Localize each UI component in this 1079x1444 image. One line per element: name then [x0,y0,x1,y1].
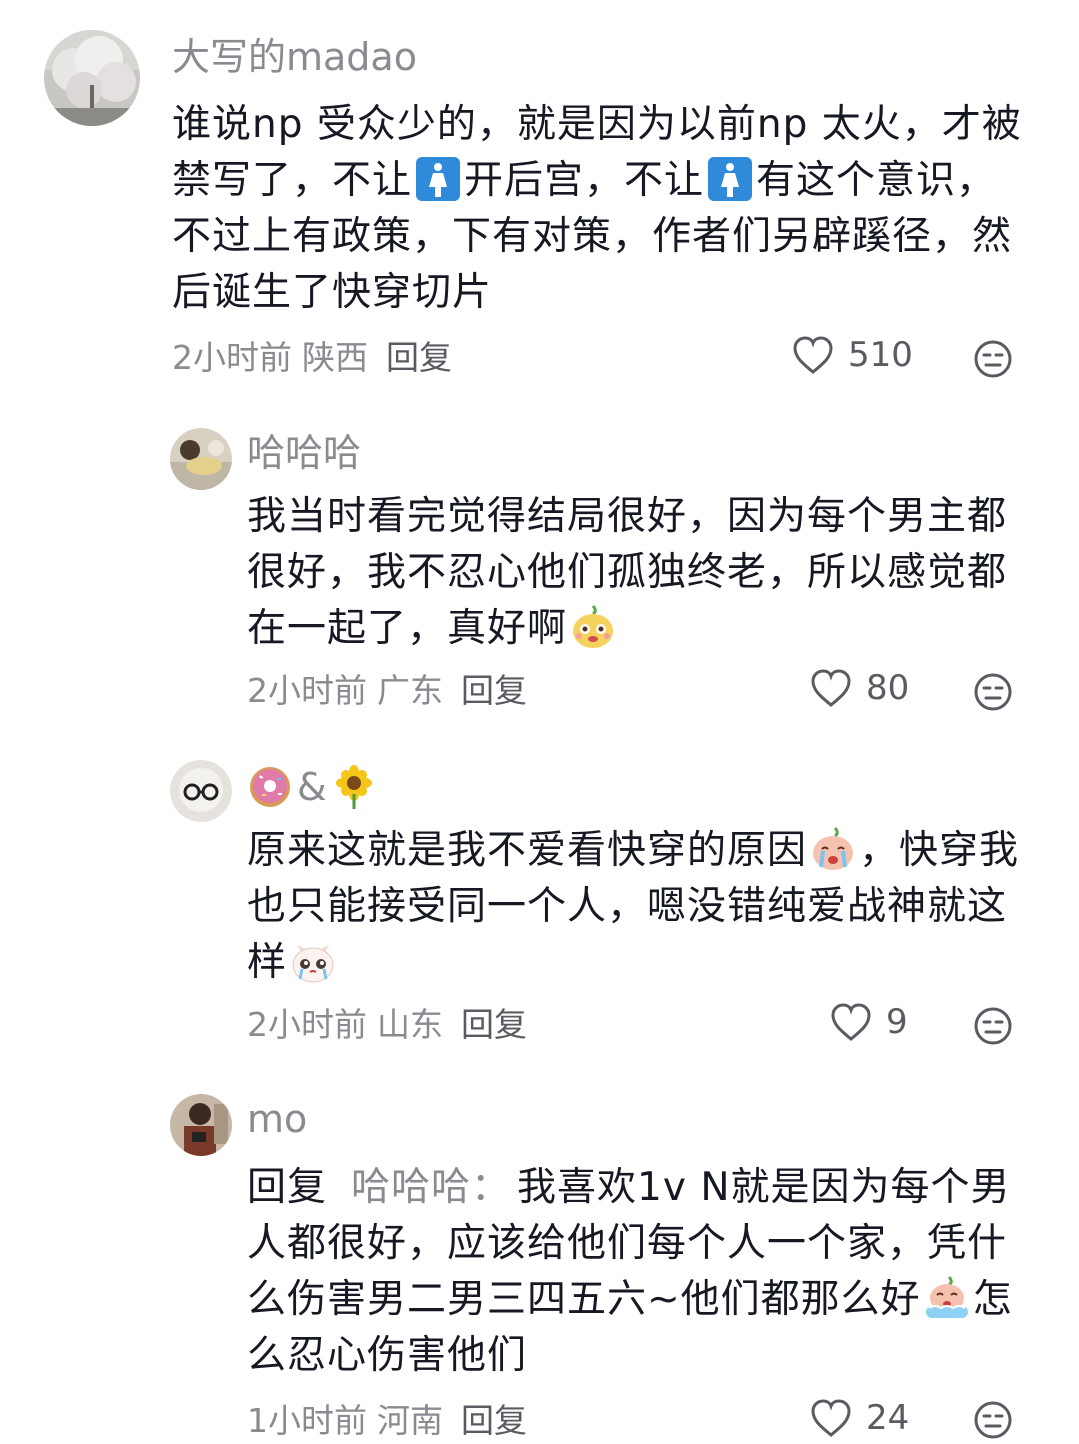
comment-text-part: 开后宫，不让 [464,158,705,203]
username[interactable]: & [247,764,377,810]
reply-prefix: 回复 [247,1165,328,1210]
like-button[interactable]: 80 [810,668,909,708]
like-button[interactable]: 510 [792,335,913,375]
heart-icon [831,1003,871,1041]
like-button[interactable]: 24 [810,1398,909,1438]
reply-button[interactable]: 回复 [461,671,527,710]
dislike-face-icon[interactable] [973,339,1013,379]
womens-restroom-icon [414,155,462,203]
like-count: 510 [848,335,913,375]
sunflower-icon [335,765,372,809]
like-count: 80 [866,668,910,708]
reply-button[interactable]: 回复 [386,338,452,377]
donut-icon [250,767,290,807]
dislike-face-icon[interactable] [973,1006,1013,1046]
reply-target-username[interactable]: 哈哈哈： [351,1165,511,1210]
comment-time: 2小时前 [247,671,367,710]
username[interactable]: 哈哈哈 [247,434,361,472]
username-text: & [297,765,327,809]
comment-location: 陕西 [302,338,368,377]
comment-text: 原来这就是我不爱看快穿的原因 ，快穿我也只能接受同一个人，嗯没错纯爱战神就这样 [247,823,1022,991]
comment-meta: 2小时前 陕西 回复 [172,341,452,374]
heart-icon [811,669,851,707]
comment-location: 河南 [377,1401,443,1440]
comment-meta: 2小时前 山东 回复 [247,1008,527,1041]
comment-location: 山东 [377,1005,443,1044]
dislike-face-icon[interactable] [973,1400,1013,1440]
like-button[interactable]: 9 [830,1002,908,1042]
comment-text: 谁说np 受众少的，就是因为以前np 太火，才被禁写了，不让 开后宫，不让 有这个意… [172,97,1022,321]
like-count: 24 [866,1398,910,1438]
username[interactable]: mo [247,1100,307,1138]
avatar[interactable] [170,1094,232,1156]
heart-icon [811,1399,851,1437]
crying-cat-emoji-icon [289,937,337,985]
reply-button[interactable]: 回复 [461,1401,527,1440]
crying-face-emoji-icon [809,825,857,873]
comment-meta: 1小时前 河南 回复 [247,1404,527,1437]
dislike-face-icon[interactable] [973,672,1013,712]
crying-bath-emoji-icon [923,1274,971,1322]
comment-time: 2小时前 [247,1005,367,1044]
womens-restroom-icon [706,155,754,203]
comment-text: 我当时看完觉得结局很好，因为每个男主都很好，我不忍心他们孤独终老，所以感觉都在一… [247,489,1022,657]
comment-time: 1小时前 [247,1401,367,1440]
comment-text-part: 我当时看完觉得结局很好，因为每个男主都很好，我不忍心他们孤独终老，所以感觉都在一… [247,494,1008,651]
cute-face-emoji-icon [569,603,617,651]
avatar[interactable] [170,428,232,490]
heart-icon [793,336,833,374]
comment-location: 广东 [377,671,443,710]
avatar[interactable] [170,760,232,822]
comment-item: 大写的madao 谁说np 受众少的，就是因为以前np 太火，才被禁写了，不让开… [0,0,1079,400]
like-count: 9 [886,1002,908,1042]
comment-text-part: 原来这就是我不爱看快穿的原因 [247,828,808,873]
comment-meta: 2小时前 广东 回复 [247,674,527,707]
comment-time: 2小时前 [172,338,292,377]
reply-button[interactable]: 回复 [461,1005,527,1044]
comment-text: 回复 哈哈哈： 我喜欢1v N就是因为每个男人都很好，应该给他们每个人一个家，凭什么… [247,1160,1037,1384]
avatar[interactable] [44,30,140,126]
username[interactable]: 大写的madao [172,38,417,76]
